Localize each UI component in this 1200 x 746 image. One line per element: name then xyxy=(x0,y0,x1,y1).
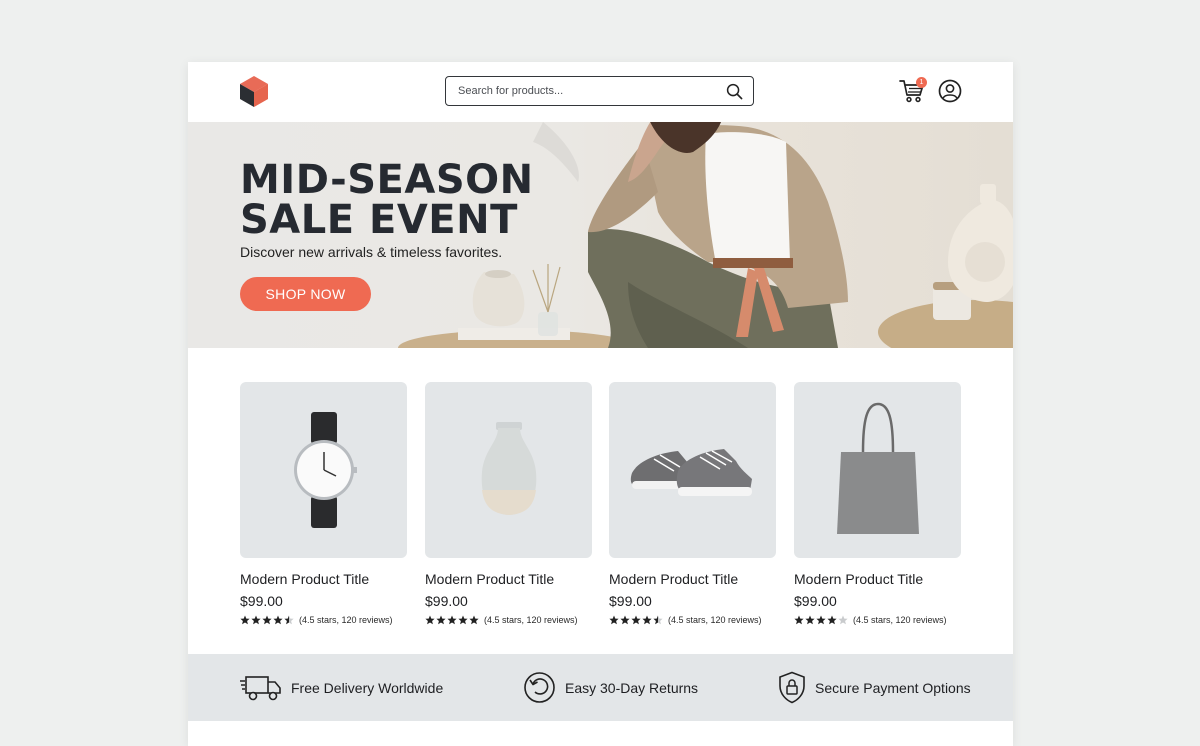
user-circle-icon[interactable] xyxy=(938,79,962,103)
star-icon xyxy=(805,615,815,625)
returns-icon xyxy=(524,672,555,703)
feature-secure-payment: Secure Payment Options xyxy=(778,654,971,721)
store-page: 1 xyxy=(188,62,1013,746)
product-card[interactable]: Modern Product Title $99.00 (4.5 stars, … xyxy=(240,382,408,625)
star-rating xyxy=(240,615,295,625)
product-rating: (4.5 stars, 120 reviews) xyxy=(425,615,593,625)
star-icon xyxy=(240,615,250,625)
rating-text: (4.5 stars, 120 reviews) xyxy=(668,615,762,625)
product-image-tote[interactable] xyxy=(794,382,961,558)
shield-lock-icon xyxy=(779,671,805,704)
product-image-sneakers[interactable] xyxy=(609,382,776,558)
hero-subtitle: Discover new arrivals & timeless favorit… xyxy=(240,244,503,260)
star-icon xyxy=(838,615,848,625)
product-card[interactable]: Modern Product Title $99.00 (4.5 stars, … xyxy=(425,382,593,625)
product-title[interactable]: Modern Product Title xyxy=(794,571,962,587)
product-title[interactable]: Modern Product Title xyxy=(425,571,593,587)
star-icon xyxy=(436,615,446,625)
sneakers-icon xyxy=(630,449,752,496)
feature-returns: Easy 30-Day Returns xyxy=(523,654,698,721)
hero-banner: MID-SEASON SALE EVENT Discover new arriv… xyxy=(188,122,1013,348)
star-icon xyxy=(653,615,663,625)
rating-text: (4.5 stars, 120 reviews) xyxy=(853,615,947,625)
star-icon xyxy=(827,615,837,625)
tote-bag-icon xyxy=(836,402,919,534)
shop-now-button[interactable]: SHOP NOW xyxy=(240,277,371,311)
star-rating xyxy=(794,615,849,625)
star-icon xyxy=(425,615,435,625)
product-rating: (4.5 stars, 120 reviews) xyxy=(609,615,777,625)
star-icon xyxy=(458,615,468,625)
star-icon xyxy=(284,615,294,625)
rating-text: (4.5 stars, 120 reviews) xyxy=(484,615,578,625)
rating-text: (4.5 stars, 120 reviews) xyxy=(299,615,393,625)
star-icon xyxy=(447,615,457,625)
star-icon xyxy=(631,615,641,625)
vase-icon xyxy=(481,422,536,515)
feature-label: Easy 30-Day Returns xyxy=(565,679,699,696)
star-icon xyxy=(620,615,630,625)
product-rating: (4.5 stars, 120 reviews) xyxy=(794,615,962,625)
star-rating xyxy=(425,615,480,625)
product-title[interactable]: Modern Product Title xyxy=(240,571,408,587)
star-icon xyxy=(251,615,261,625)
truck-icon xyxy=(240,675,281,700)
feature-delivery: Free Delivery Worldwide xyxy=(240,654,443,721)
product-card[interactable]: Modern Product Title $99.00 (4.5 stars, … xyxy=(609,382,777,625)
product-rating: (4.5 stars, 120 reviews) xyxy=(240,615,408,625)
product-image-vase[interactable] xyxy=(425,382,592,558)
search-input[interactable] xyxy=(456,84,726,98)
cube-logo-icon[interactable] xyxy=(239,75,269,108)
star-icon xyxy=(816,615,826,625)
product-card[interactable]: Modern Product Title $99.00 (4.5 stars, … xyxy=(794,382,962,625)
product-price: $99.00 xyxy=(240,593,283,609)
feature-label: Free Delivery Worldwide xyxy=(291,679,444,696)
star-rating xyxy=(609,615,664,625)
product-title[interactable]: Modern Product Title xyxy=(609,571,777,587)
star-icon xyxy=(794,615,804,625)
feature-label: Secure Payment Options xyxy=(815,679,971,696)
star-icon xyxy=(642,615,652,625)
product-price: $99.00 xyxy=(609,593,652,609)
product-price: $99.00 xyxy=(425,593,468,609)
star-icon xyxy=(609,615,619,625)
search-bar xyxy=(445,76,754,106)
search-icon[interactable] xyxy=(726,83,743,100)
product-price: $99.00 xyxy=(794,593,837,609)
header: 1 xyxy=(188,62,1013,122)
watch-icon xyxy=(293,412,357,528)
star-icon xyxy=(262,615,272,625)
hero-title: MID-SEASON SALE EVENT xyxy=(240,157,534,243)
cart-count-badge: 1 xyxy=(916,77,927,88)
features-bar: Free Delivery Worldwide Easy 30-Day Retu… xyxy=(188,654,1013,721)
star-icon xyxy=(273,615,283,625)
product-image-watch[interactable] xyxy=(240,382,407,558)
star-icon xyxy=(469,615,479,625)
